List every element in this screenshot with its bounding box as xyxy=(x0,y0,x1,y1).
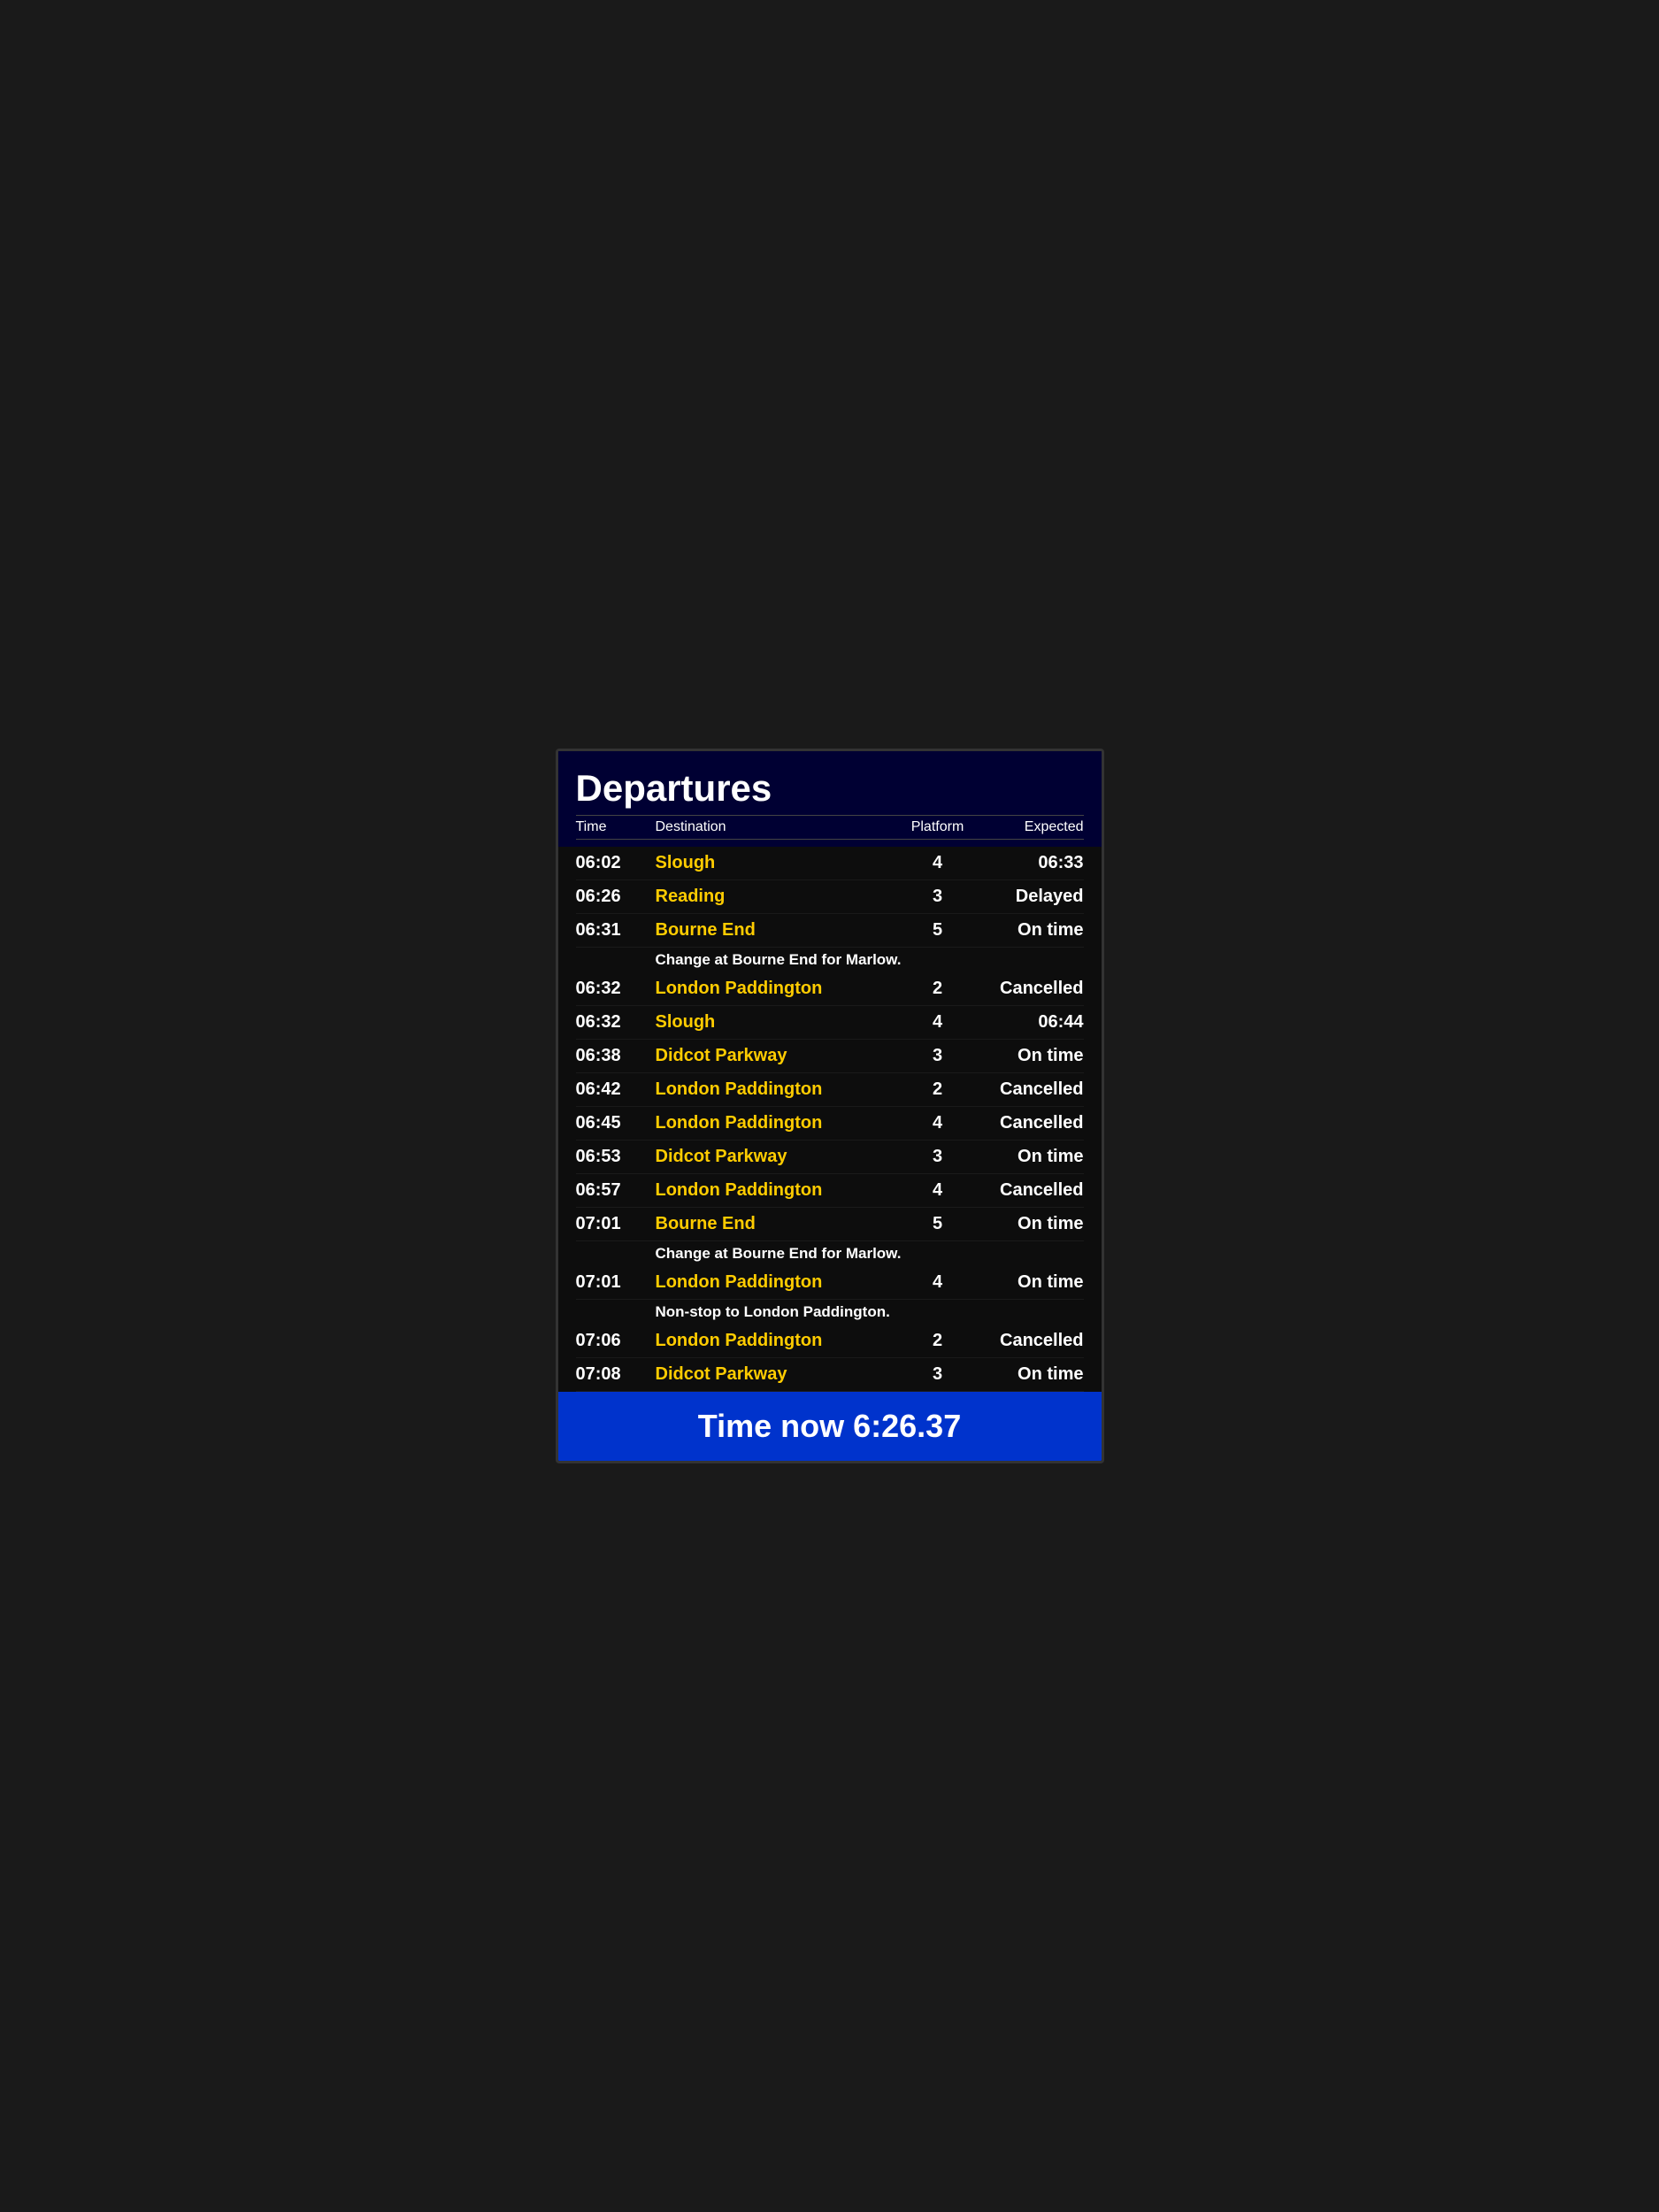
departure-time: 06:38 xyxy=(576,1046,656,1066)
column-headers: Time Destination Platform Expected xyxy=(576,815,1084,840)
departure-expected: 06:44 xyxy=(978,1012,1084,1033)
departure-destination: London Paddington xyxy=(656,1113,898,1133)
table-row: 06:57London Paddington4Cancelled xyxy=(576,1174,1084,1208)
table-row: 06:31Bourne End5On time xyxy=(576,914,1084,948)
departure-platform: 5 xyxy=(898,920,978,941)
departure-destination: Slough xyxy=(656,853,898,873)
departure-platform: 3 xyxy=(898,1046,978,1066)
table-row: 06:45London Paddington4Cancelled xyxy=(576,1107,1084,1141)
departure-platform: 3 xyxy=(898,887,978,907)
departure-time: 06:45 xyxy=(576,1113,656,1133)
table-row: 06:32Slough406:44 xyxy=(576,1006,1084,1040)
departure-expected: Cancelled xyxy=(978,1331,1084,1351)
table-row: 06:32London Paddington2Cancelled xyxy=(576,972,1084,1006)
col-expected-header: Expected xyxy=(978,819,1084,835)
departure-destination: Slough xyxy=(656,1012,898,1033)
departure-platform: 4 xyxy=(898,1180,978,1201)
departure-destination: Bourne End xyxy=(656,1214,898,1234)
col-destination-header: Destination xyxy=(656,819,898,835)
departure-destination: Didcot Parkway xyxy=(656,1147,898,1167)
col-time-header: Time xyxy=(576,819,656,835)
departure-expected: On time xyxy=(978,1272,1084,1293)
table-row: 07:08Didcot Parkway3On time xyxy=(576,1358,1084,1392)
board-header: Departures Time Destination Platform Exp… xyxy=(558,751,1102,847)
departure-platform: 4 xyxy=(898,853,978,873)
departure-expected: Cancelled xyxy=(978,1180,1084,1201)
table-row: 07:06London Paddington2Cancelled xyxy=(576,1325,1084,1358)
departure-platform: 3 xyxy=(898,1147,978,1167)
departure-expected: Cancelled xyxy=(978,1113,1084,1133)
table-row: 06:42London Paddington2Cancelled xyxy=(576,1073,1084,1107)
departure-expected: On time xyxy=(978,1147,1084,1167)
departure-time: 07:01 xyxy=(576,1272,656,1293)
departure-destination: Didcot Parkway xyxy=(656,1364,898,1385)
departure-expected: 06:33 xyxy=(978,853,1084,873)
departure-time: 07:06 xyxy=(576,1331,656,1351)
note-row: Non-stop to London Paddington. xyxy=(576,1300,1084,1325)
departure-destination: London Paddington xyxy=(656,979,898,999)
departure-expected: On time xyxy=(978,1214,1084,1234)
departure-destination: Didcot Parkway xyxy=(656,1046,898,1066)
departure-platform: 3 xyxy=(898,1364,978,1385)
departure-time: 07:08 xyxy=(576,1364,656,1385)
departure-destination: Bourne End xyxy=(656,920,898,941)
departure-destination: London Paddington xyxy=(656,1079,898,1100)
departure-expected: On time xyxy=(978,920,1084,941)
departure-platform: 2 xyxy=(898,979,978,999)
table-row: 06:26Reading3Delayed xyxy=(576,880,1084,914)
departures-board: Departures Time Destination Platform Exp… xyxy=(556,749,1104,1463)
departure-platform: 4 xyxy=(898,1113,978,1133)
departure-time: 06:32 xyxy=(576,1012,656,1033)
departure-expected: Cancelled xyxy=(978,979,1084,999)
departure-platform: 2 xyxy=(898,1079,978,1100)
table-row: 06:38Didcot Parkway3On time xyxy=(576,1040,1084,1073)
departure-time: 06:02 xyxy=(576,853,656,873)
note-row: Change at Bourne End for Marlow. xyxy=(576,1241,1084,1266)
departure-time: 06:32 xyxy=(576,979,656,999)
departures-list: 06:02Slough406:3306:26Reading3Delayed06:… xyxy=(558,847,1102,1392)
note-row: Change at Bourne End for Marlow. xyxy=(576,948,1084,972)
departure-expected: On time xyxy=(978,1364,1084,1385)
table-row: 07:01Bourne End5On time xyxy=(576,1208,1084,1241)
departure-expected: Cancelled xyxy=(978,1079,1084,1100)
departure-platform: 5 xyxy=(898,1214,978,1234)
departure-time: 06:26 xyxy=(576,887,656,907)
departure-destination: Reading xyxy=(656,887,898,907)
departure-time: 06:53 xyxy=(576,1147,656,1167)
col-platform-header: Platform xyxy=(898,819,978,835)
footer-bar: Time now 6:26.37 xyxy=(558,1392,1102,1461)
table-row: 06:53Didcot Parkway3On time xyxy=(576,1141,1084,1174)
table-row: 07:01London Paddington4On time xyxy=(576,1266,1084,1300)
departure-platform: 2 xyxy=(898,1331,978,1351)
departure-time: 07:01 xyxy=(576,1214,656,1234)
departure-time: 06:57 xyxy=(576,1180,656,1201)
departure-expected: Delayed xyxy=(978,887,1084,907)
departure-platform: 4 xyxy=(898,1012,978,1033)
departure-expected: On time xyxy=(978,1046,1084,1066)
departure-platform: 4 xyxy=(898,1272,978,1293)
departure-time: 06:31 xyxy=(576,920,656,941)
departure-destination: London Paddington xyxy=(656,1180,898,1201)
departure-destination: London Paddington xyxy=(656,1331,898,1351)
table-row: 06:02Slough406:33 xyxy=(576,847,1084,880)
current-time: Time now 6:26.37 xyxy=(576,1408,1084,1445)
board-title: Departures xyxy=(576,767,1084,810)
departure-time: 06:42 xyxy=(576,1079,656,1100)
departure-destination: London Paddington xyxy=(656,1272,898,1293)
